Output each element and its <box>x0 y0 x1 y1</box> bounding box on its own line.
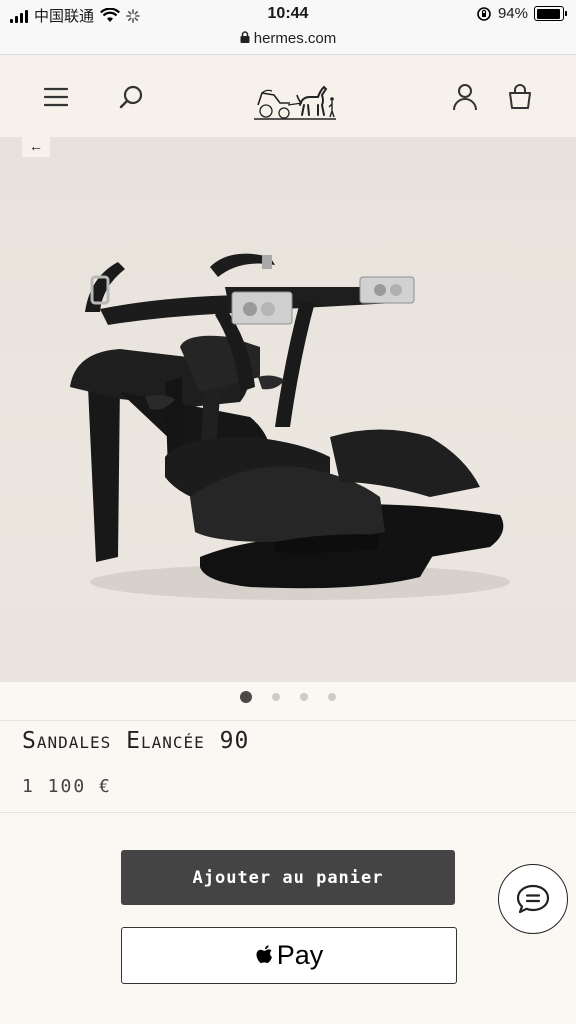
status-bar: 中国联通 10:44 94% <box>0 0 576 30</box>
orientation-lock-icon <box>477 6 491 21</box>
apple-pay-button[interactable]: Pay <box>121 927 457 984</box>
product-title: Sandales Elancée 90 <box>22 728 250 754</box>
apple-pay-label: Pay <box>276 940 324 970</box>
shopping-bag-icon[interactable] <box>500 77 540 117</box>
battery-icon <box>534 6 567 21</box>
carousel-dot-2[interactable] <box>272 693 280 701</box>
search-icon[interactable] <box>112 77 152 117</box>
site-header <box>0 55 576 137</box>
chat-bubble-icon <box>516 884 550 914</box>
chat-button[interactable] <box>498 864 568 934</box>
carousel-dot-1[interactable] <box>240 691 252 703</box>
add-to-cart-button[interactable]: Ajouter au panier <box>121 850 455 905</box>
battery-percent: 94% <box>497 5 528 22</box>
url-bar[interactable]: hermes.com <box>0 30 576 55</box>
carousel-pagination <box>0 690 576 704</box>
status-right: 94% <box>476 5 567 22</box>
hermes-logo[interactable] <box>252 69 338 125</box>
apple-logo-icon <box>256 944 272 963</box>
back-arrow-icon[interactable]: ← <box>22 137 50 157</box>
carousel-dot-4[interactable] <box>328 693 336 701</box>
divider <box>0 720 576 721</box>
divider <box>0 812 576 813</box>
carousel-dot-3[interactable] <box>300 693 308 701</box>
hamburger-icon[interactable] <box>36 77 76 117</box>
product-image-carousel[interactable] <box>0 137 576 682</box>
product-price: 1 100 € <box>22 776 112 797</box>
product-photo <box>70 253 510 600</box>
url-domain: hermes.com <box>253 30 337 47</box>
lock-icon <box>240 31 250 46</box>
user-icon[interactable] <box>445 77 485 117</box>
